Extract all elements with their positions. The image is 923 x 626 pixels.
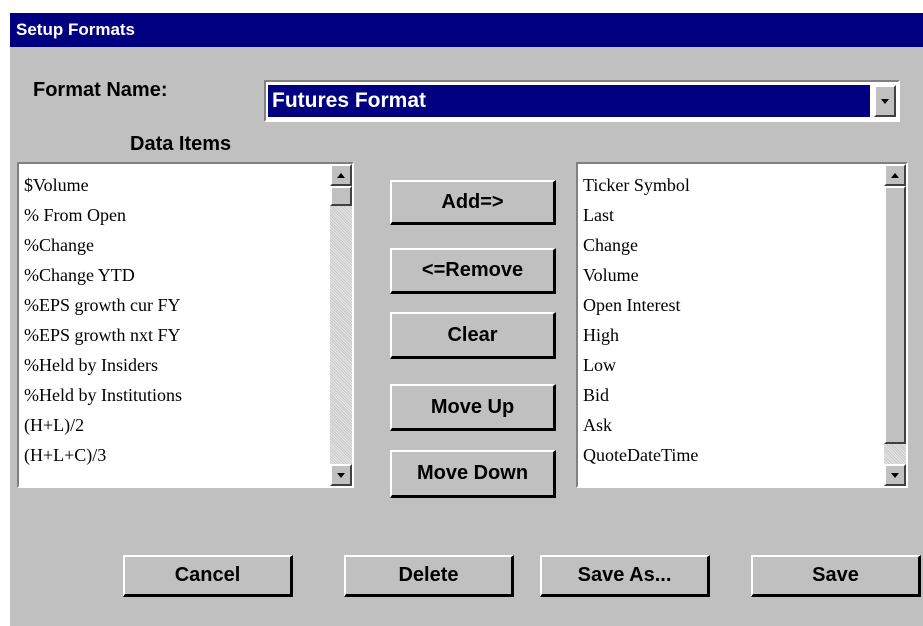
dropdown-button[interactable]	[874, 85, 896, 117]
scroll-up-button[interactable]	[884, 164, 906, 186]
list-item[interactable]: Ask	[583, 410, 698, 440]
list-item[interactable]: %EPS growth cur FY	[24, 290, 182, 320]
list-item[interactable]: Low	[583, 350, 698, 380]
list-item[interactable]: High	[583, 320, 698, 350]
list-item[interactable]: %EPS growth nxt FY	[24, 320, 182, 350]
save-button[interactable]: Save	[751, 555, 921, 597]
list-item[interactable]: Bid	[583, 380, 698, 410]
list-item[interactable]: % From Open	[24, 200, 182, 230]
move-up-button[interactable]: Move Up	[390, 384, 556, 431]
remove-button[interactable]: <=Remove	[390, 248, 556, 294]
arrow-up-icon	[891, 172, 899, 178]
chevron-down-icon	[881, 98, 889, 104]
list-item[interactable]: %Change	[24, 230, 182, 260]
scroll-up-button[interactable]	[330, 164, 352, 186]
cancel-button[interactable]: Cancel	[123, 555, 293, 597]
list-item[interactable]: Volume	[583, 260, 698, 290]
list-item[interactable]: (H+L)/2	[24, 410, 182, 440]
data-items-scrollbar[interactable]	[330, 164, 352, 486]
add-button[interactable]: Add=>	[390, 180, 556, 225]
list-item[interactable]: (H+L+C)/3	[24, 440, 182, 470]
list-item[interactable]: %Held by Insiders	[24, 350, 182, 380]
save-as-button[interactable]: Save As...	[540, 555, 710, 597]
arrow-down-icon	[891, 472, 899, 478]
selected-items-list[interactable]: Ticker Symbol Last Change Volume Open In…	[576, 162, 908, 488]
scroll-thumb[interactable]	[884, 186, 906, 444]
data-items-label: Data Items	[130, 133, 232, 155]
move-down-button[interactable]: Move Down	[390, 450, 556, 498]
arrow-up-icon	[337, 172, 345, 178]
scroll-thumb[interactable]	[330, 186, 352, 206]
window-title: Setup Formats	[16, 20, 136, 39]
delete-button[interactable]: Delete	[344, 555, 514, 597]
format-name-select[interactable]: Futures Format	[264, 80, 900, 122]
list-item[interactable]: Ticker Symbol	[583, 170, 698, 200]
title-bar[interactable]: Setup Formats	[10, 13, 923, 47]
list-item[interactable]: Open Interest	[583, 290, 698, 320]
data-items-list[interactable]: $Volume % From Open %Change %Change YTD …	[17, 162, 354, 488]
list-item[interactable]: %Change YTD	[24, 260, 182, 290]
selected-items-scrollbar[interactable]	[884, 164, 906, 486]
list-item[interactable]: QuoteDateTime	[583, 440, 698, 470]
setup-formats-dialog: Setup Formats Format Name: Futures Forma…	[10, 13, 923, 626]
format-name-label: Format Name:	[33, 79, 168, 101]
scroll-down-button[interactable]	[330, 464, 352, 486]
format-name-value[interactable]: Futures Format	[268, 85, 870, 117]
list-item[interactable]: Change	[583, 230, 698, 260]
scroll-down-button[interactable]	[884, 464, 906, 486]
clear-button[interactable]: Clear	[390, 312, 556, 359]
list-item[interactable]: %Held by Institutions	[24, 380, 182, 410]
arrow-down-icon	[337, 472, 345, 478]
list-item[interactable]: $Volume	[24, 170, 182, 200]
list-item[interactable]: Last	[583, 200, 698, 230]
